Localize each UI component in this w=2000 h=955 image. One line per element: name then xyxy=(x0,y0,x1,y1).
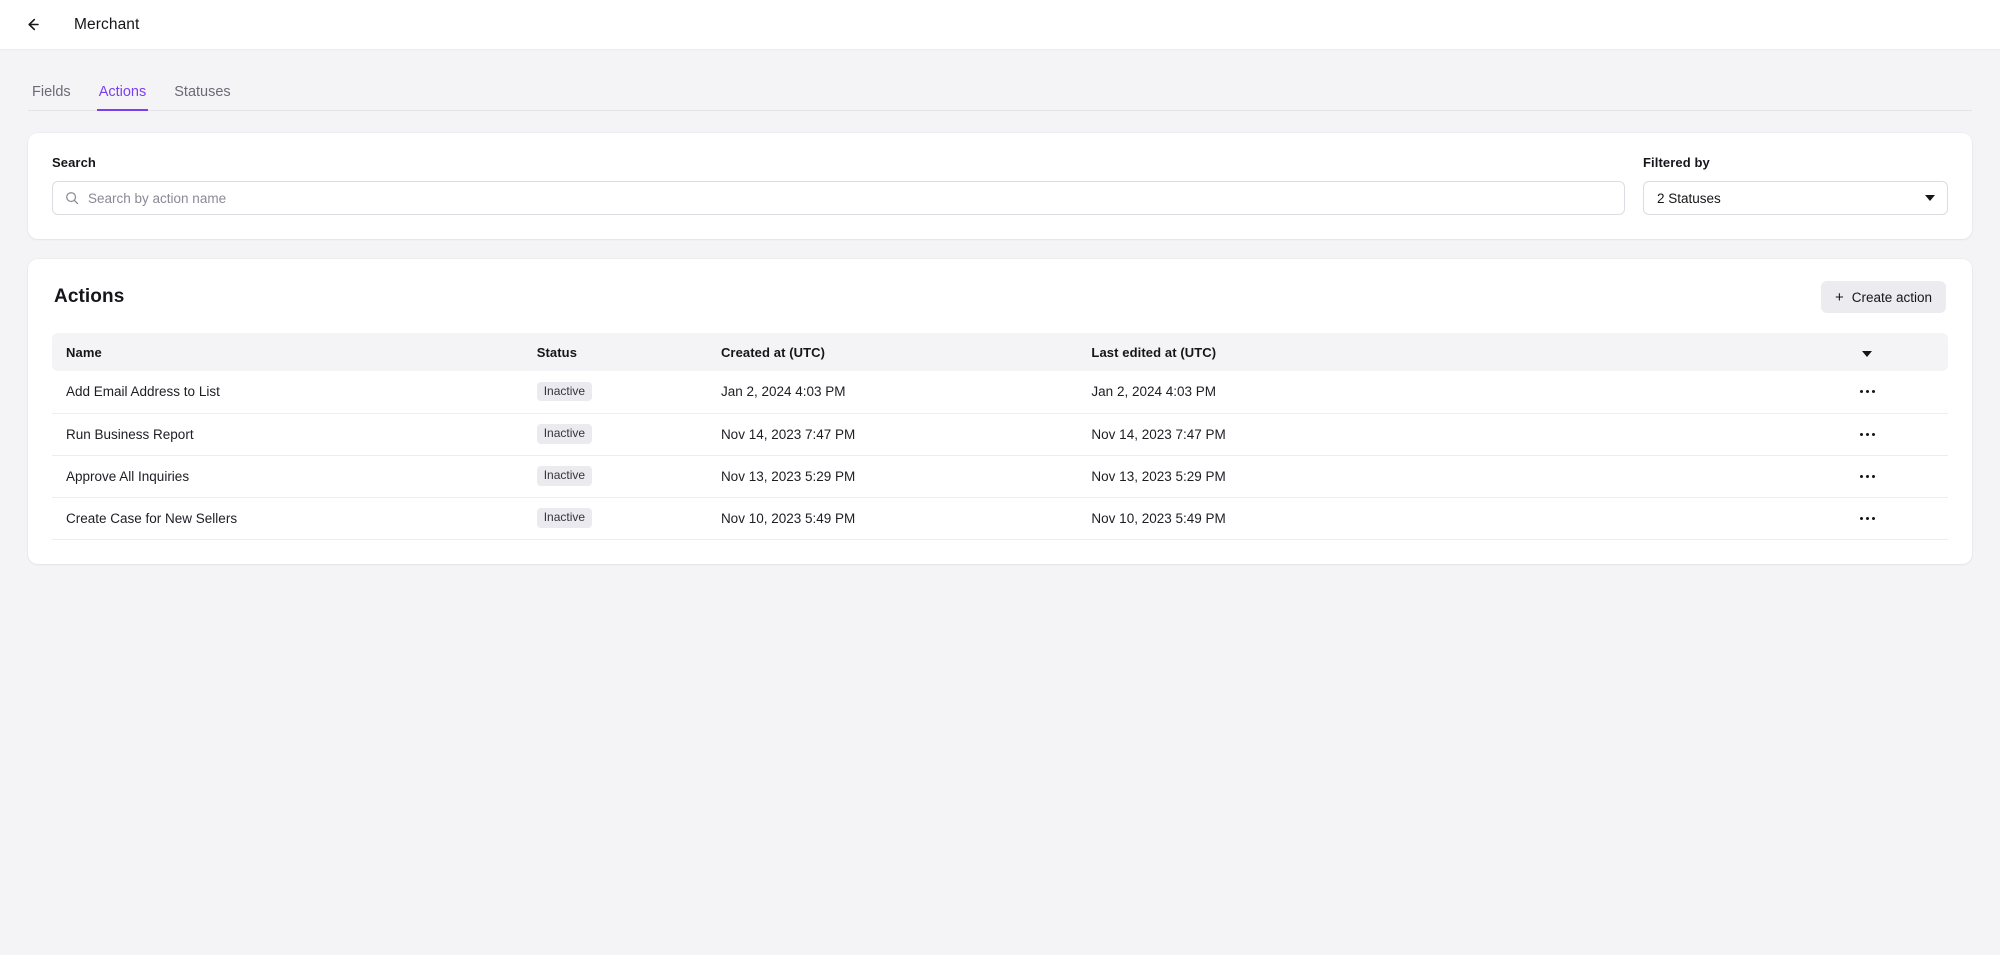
cell-name: Create Case for New Sellers xyxy=(52,497,523,540)
table-row[interactable]: Create Case for New Sellers Inactive Nov… xyxy=(52,497,1948,540)
search-input-shell[interactable] xyxy=(52,181,1625,215)
table-row[interactable]: Add Email Address to List Inactive Jan 2… xyxy=(52,371,1948,414)
cell-name: Approve All Inquiries xyxy=(52,455,523,498)
tab-bar: Fields Actions Statuses xyxy=(28,84,1972,111)
column-header-sort[interactable] xyxy=(1786,333,1948,371)
cell-status: Inactive xyxy=(522,497,707,540)
table-header-row: Name Status Created at (UTC) Last edited… xyxy=(52,333,1948,371)
tab-bar-wrapper: Fields Actions Statuses xyxy=(0,50,2000,111)
search-filter-card: Search Filtered by 2 Statuses xyxy=(28,133,1972,239)
ellipsis-icon[interactable] xyxy=(1800,511,1934,526)
create-action-button[interactable]: + Create action xyxy=(1820,281,1946,313)
cell-status: Inactive xyxy=(522,413,707,456)
ellipsis-icon[interactable] xyxy=(1800,469,1934,484)
status-badge: Inactive xyxy=(536,508,593,528)
cell-name: Add Email Address to List xyxy=(52,371,523,414)
cell-row-menu xyxy=(1786,371,1948,414)
tab-statuses[interactable]: Statuses xyxy=(172,84,232,111)
column-header-edited[interactable]: Last edited at (UTC) xyxy=(1077,333,1787,371)
cell-last-edited-at: Jan 2, 2024 4:03 PM xyxy=(1077,371,1787,414)
search-input[interactable] xyxy=(88,190,1612,206)
cell-row-menu xyxy=(1786,455,1948,498)
tab-fields[interactable]: Fields xyxy=(30,84,73,111)
status-badge: Inactive xyxy=(536,382,593,402)
cell-row-menu xyxy=(1786,413,1948,456)
cell-last-edited-at: Nov 13, 2023 5:29 PM xyxy=(1077,455,1787,498)
filter-status-value: 2 Statuses xyxy=(1657,190,1721,206)
cell-row-menu xyxy=(1786,497,1948,540)
table-row[interactable]: Run Business Report Inactive Nov 14, 202… xyxy=(52,413,1948,456)
arrow-left-icon xyxy=(24,16,41,33)
table-row[interactable]: Approve All Inquiries Inactive Nov 13, 2… xyxy=(52,455,1948,498)
ellipsis-icon[interactable] xyxy=(1800,384,1934,399)
actions-card: Actions + Create action Name Status Crea… xyxy=(28,259,1972,564)
plus-icon: + xyxy=(1834,288,1844,306)
cell-created-at: Nov 13, 2023 5:29 PM xyxy=(706,455,1078,498)
top-bar: Merchant xyxy=(0,0,2000,50)
cell-status: Inactive xyxy=(522,371,707,414)
column-header-status[interactable]: Status xyxy=(522,333,707,371)
status-badge: Inactive xyxy=(536,466,593,486)
filtered-by-label: Filtered by xyxy=(1643,155,1710,170)
cell-status: Inactive xyxy=(522,455,707,498)
tab-actions[interactable]: Actions xyxy=(96,84,149,111)
search-icon xyxy=(65,191,79,205)
filter-field-group: Filtered by 2 Statuses xyxy=(1643,155,1948,215)
chevron-down-icon xyxy=(1862,350,1872,357)
cell-created-at: Jan 2, 2024 4:03 PM xyxy=(706,371,1078,414)
back-button[interactable] xyxy=(18,11,46,39)
page-title: Merchant xyxy=(74,15,140,33)
filter-status-select[interactable]: 2 Statuses xyxy=(1643,181,1948,215)
actions-table-head: Name Status Created at (UTC) Last edited… xyxy=(52,333,1948,371)
status-badge: Inactive xyxy=(536,424,593,444)
actions-header: Actions + Create action xyxy=(52,281,1948,313)
cell-last-edited-at: Nov 14, 2023 7:47 PM xyxy=(1077,413,1787,456)
cell-name: Run Business Report xyxy=(52,413,523,456)
page-body: Search Filtered by 2 Statuses Actions xyxy=(0,111,2000,564)
create-action-button-label: Create action xyxy=(1851,289,1932,305)
ellipsis-icon[interactable] xyxy=(1800,427,1934,442)
cell-created-at: Nov 10, 2023 5:49 PM xyxy=(706,497,1078,540)
search-label: Search xyxy=(52,155,96,170)
actions-table: Name Status Created at (UTC) Last edited… xyxy=(52,333,1948,540)
search-field-group: Search xyxy=(52,155,1625,215)
cell-last-edited-at: Nov 10, 2023 5:49 PM xyxy=(1077,497,1787,540)
column-header-created[interactable]: Created at (UTC) xyxy=(706,333,1078,371)
chevron-down-icon xyxy=(1925,195,1935,201)
actions-title: Actions xyxy=(54,286,125,307)
actions-table-body: Add Email Address to List Inactive Jan 2… xyxy=(52,371,1948,540)
cell-created-at: Nov 14, 2023 7:47 PM xyxy=(706,413,1078,456)
column-header-name[interactable]: Name xyxy=(52,333,523,371)
